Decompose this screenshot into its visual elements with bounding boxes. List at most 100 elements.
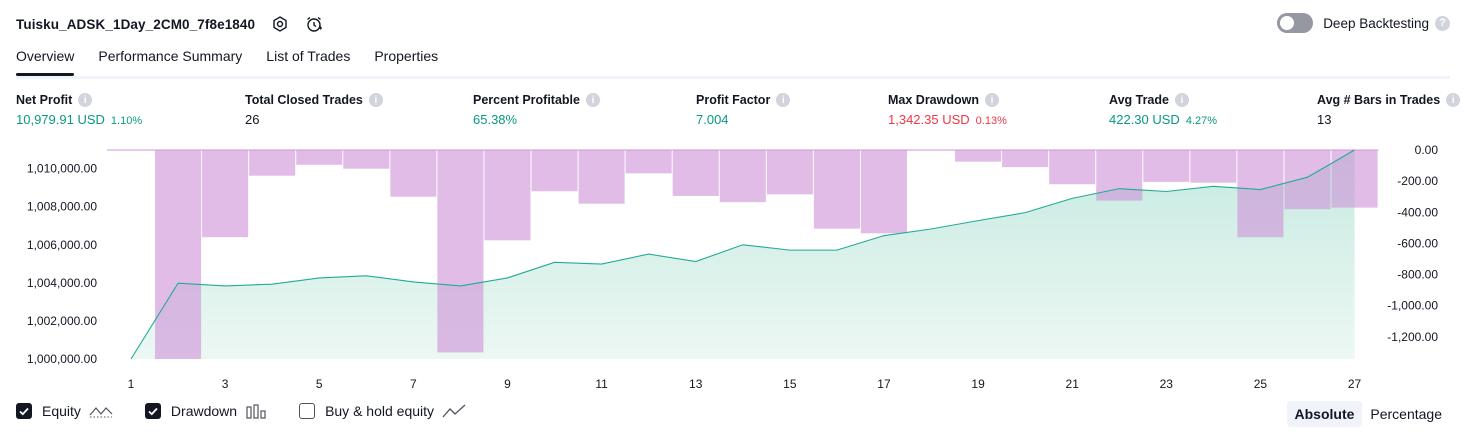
drawdown-bar [249,150,296,176]
equity-checkbox[interactable] [16,403,32,419]
y-right-tick-label: 0.00 [1415,143,1439,157]
x-tick-label: 23 [1160,377,1174,391]
drawdown-bar [1096,150,1143,201]
metric-value: 13 [1317,112,1332,127]
drawdown-bar [955,150,1002,162]
drawdown-bar [813,150,860,229]
drawdown-checkbox[interactable] [144,403,161,419]
legend-equity[interactable]: Equity [16,403,113,419]
metric-max-drawdown: Max Drawdown i 1,342.35 USD 0.13% [888,93,1007,127]
y-right-tick-label: -800.00 [1397,268,1438,282]
tab-performance-summary[interactable]: Performance Summary [98,44,242,73]
info-icon[interactable]: i [78,93,93,107]
metric-label: Total Closed Trades [245,93,363,107]
drawdown-bar [1237,150,1284,238]
metric-value: 65.38% [473,112,518,127]
equity-drawdown-chart[interactable]: 1,010,000.00 1,008,000.00 1,006,000.00 1,00… [0,138,1466,398]
deep-backtesting-toggle[interactable] [1277,13,1314,33]
y-left-tick-label: 1,006,000.00 [27,238,97,252]
metric-percent: 0.13% [975,115,1007,127]
x-tick-label: 27 [1348,377,1362,391]
toggle-knob [1280,16,1295,30]
drawdown-bar [1331,150,1378,208]
x-tick-label: 15 [783,377,797,391]
y-left-tick-label: 1,002,000.00 [27,314,97,328]
metric-total-closed-trades: Total Closed Trades i 26 [245,93,383,127]
strategy-header: Tuisku_ADSK_1Day_2CM0_7f8e1840 [16,12,323,36]
x-tick-label: 11 [595,377,608,391]
x-tick-label: 1 [128,377,135,391]
metric-label: Max Drawdown [888,93,979,107]
drawdown-bar [202,150,249,238]
strategy-title[interactable]: Tuisku_ADSK_1Day_2CM0_7f8e1840 [16,17,255,32]
drawdown-bar [1284,150,1331,210]
metric-label: Avg Trade [1109,93,1169,107]
drawdown-bar [437,150,484,353]
drawdown-bar [578,150,625,204]
percentage-button[interactable]: Percentage [1362,401,1450,427]
deep-backtesting: Deep Backtesting ? [1277,13,1450,33]
x-tick-label: 19 [971,377,985,391]
drawdown-bar [531,150,578,192]
x-tick-label: 13 [689,377,703,391]
info-icon[interactable]: i [368,93,383,107]
buy-hold-line-icon [442,403,466,419]
metric-profit-factor: Profit Factor i 7.004 [696,93,791,127]
deep-backtesting-label: Deep Backtesting [1323,15,1429,31]
metric-percent: 1.10% [110,115,143,127]
drawdown-bar [296,150,343,165]
x-tick-label: 9 [504,377,511,391]
y-right-tick-label: -1,000.00 [1387,299,1438,313]
absolute-button[interactable]: Absolute [1286,401,1363,427]
info-icon[interactable]: i [1174,93,1189,107]
metric-value: 7.004 [696,112,729,127]
drawdown-bar [1143,150,1190,182]
value-mode-switch: Absolute Percentage [1286,401,1451,427]
drawdown-bar [155,150,202,359]
y-right-tick-label: -600.00 [1397,236,1438,250]
x-tick-label: 3 [222,377,229,391]
x-tick-label: 5 [316,377,323,391]
drawdown-bar [1190,150,1237,183]
drawdown-bar [484,150,531,241]
tab-list-of-trades[interactable]: List of Trades [266,44,350,73]
tab-overview[interactable]: Overview [16,44,75,76]
metric-value: 10,979.91 USD [16,112,105,127]
tab-bar: Overview Performance Summary List of Tra… [16,44,1450,79]
metric-avg-trade: Avg Trade i 422.30 USD 4.27% [1109,93,1217,127]
info-icon[interactable]: i [1446,93,1461,107]
y-right-tick-label: -200.00 [1397,174,1438,188]
y-right-tick-label: -1,200.00 [1387,330,1438,344]
legend-drawdown[interactable]: Drawdown [144,403,267,419]
drawdown-bars-icon [245,403,267,419]
alarm-clock-icon[interactable] [305,15,323,33]
y-left-tick-label: 1,008,000.00 [27,200,97,214]
metric-value: 26 [245,112,260,127]
metric-value: 422.30 USD [1109,112,1180,127]
equity-label: Equity [42,403,81,419]
equity-line-icon [89,403,113,419]
drawdown-bar [719,150,766,203]
metric-label: Profit Factor [696,93,771,107]
y-left-tick-label: 1,000,000.00 [27,352,97,366]
x-tick-label: 17 [877,377,891,391]
drawdown-bar [1049,150,1096,185]
info-icon[interactable]: i [585,93,600,107]
metric-percent-profitable: Percent Profitable i 65.38% [473,93,600,127]
x-tick-label: 7 [410,377,417,391]
help-icon[interactable]: ? [1435,15,1450,31]
metric-label: Avg # Bars in Trades [1317,93,1441,107]
tab-properties[interactable]: Properties [374,44,438,73]
info-icon[interactable]: i [985,93,999,107]
metric-label: Net Profit [16,93,73,107]
buy-hold-checkbox[interactable] [299,403,316,419]
drawdown-bar [766,150,813,195]
drawdown-bar [860,150,907,234]
drawdown-bar [625,150,672,174]
metric-net-profit: Net Profit i 10,979.91 USD 1.10% [16,93,142,127]
metric-value: 1,342.35 USD [888,112,970,127]
legend-buy-hold[interactable]: Buy & hold equity [299,403,466,419]
settings-icon[interactable] [271,15,289,33]
drawdown-label: Drawdown [170,403,238,419]
info-icon[interactable]: i [776,93,791,107]
